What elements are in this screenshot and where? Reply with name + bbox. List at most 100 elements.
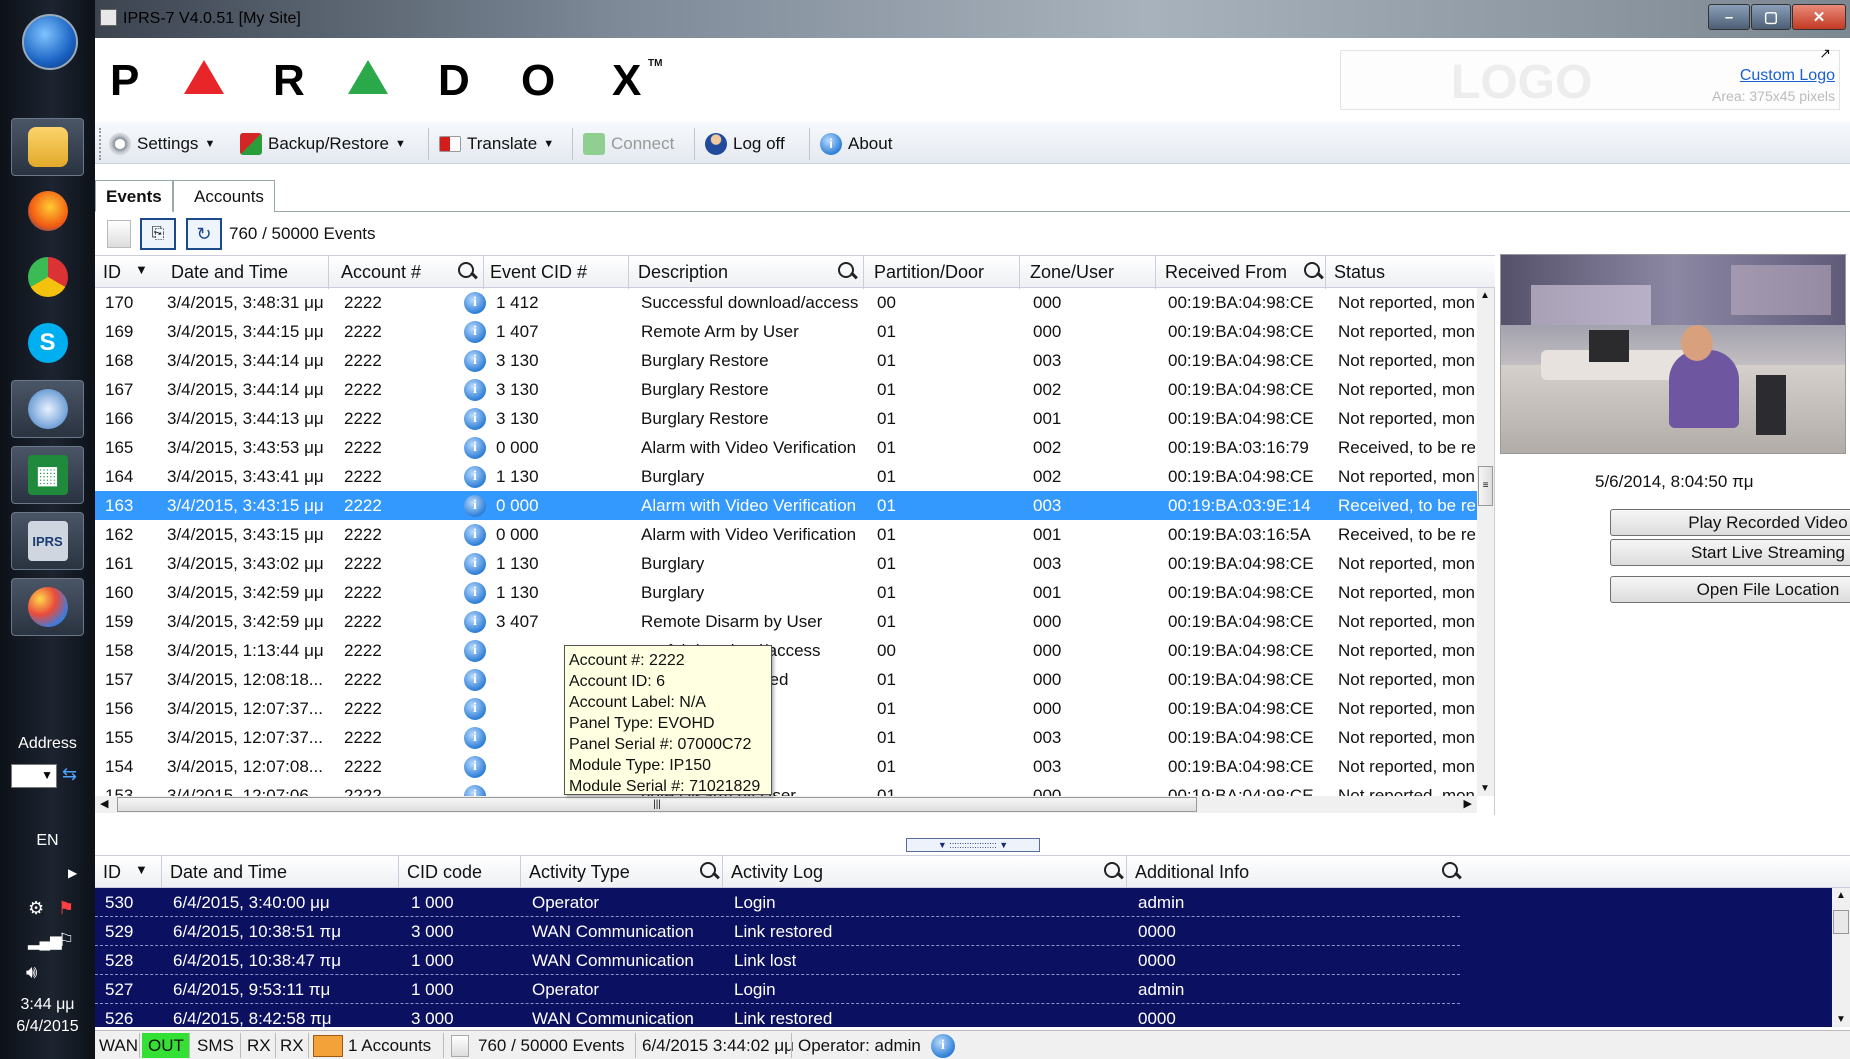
- col-status[interactable]: Status: [1334, 262, 1385, 283]
- action-center-flag-icon[interactable]: ⚐: [58, 930, 74, 951]
- taskbar-sheet-button[interactable]: ▦: [11, 446, 84, 504]
- activity-row[interactable]: 526 6/4/2015, 8:42:58 πμ 3 000 WAN Communic…: [95, 1004, 1460, 1027]
- taskbar-chrome-button[interactable]: [11, 248, 84, 306]
- col-description[interactable]: Description: [638, 262, 728, 283]
- taskbar-skype-button[interactable]: S: [11, 314, 84, 372]
- translate-menu-button[interactable]: Translate ▼: [439, 131, 554, 157]
- scroll-thumb[interactable]: ≡: [1478, 466, 1493, 506]
- clock-time[interactable]: 3:44 μμ: [0, 996, 95, 1014]
- about-button[interactable]: i About: [820, 131, 892, 157]
- activity-row[interactable]: 530 6/4/2015, 3:40:00 μμ 1 000 Operator Logi…: [95, 888, 1460, 917]
- table-row[interactable]: 1533/4/2015, 12:07:06...2222inote Disarm…: [95, 781, 1477, 796]
- maximize-button[interactable]: ▢: [1751, 4, 1791, 30]
- account-info-icon[interactable]: i: [464, 611, 486, 633]
- activity-vertical-scrollbar[interactable]: ▲ ▼: [1832, 888, 1850, 1027]
- clock-date[interactable]: 6/4/2015: [0, 1018, 95, 1036]
- table-row[interactable]: 1583/4/2015, 1:13:44 μμ2222iessful downl…: [95, 636, 1477, 665]
- search-icon[interactable]: [457, 261, 477, 281]
- col-account[interactable]: Account #: [341, 262, 421, 283]
- custom-logo-link[interactable]: Custom Logo: [1740, 67, 1835, 85]
- table-row[interactable]: 161 3/4/2015, 3:43:02 μμ 2222 i 1 130 Burglar…: [95, 549, 1477, 578]
- video-thumbnail[interactable]: [1500, 254, 1846, 454]
- activity-row[interactable]: 527 6/4/2015, 9:53:11 πμ 1 000 Operator Logi…: [95, 975, 1460, 1004]
- go-arrow-icon[interactable]: ⇆: [62, 764, 84, 786]
- minimize-button[interactable]: –: [1708, 4, 1750, 30]
- show-hidden-icons-icon[interactable]: ▶: [68, 866, 77, 880]
- custom-logo-area[interactable]: LOGO ↗ Custom Logo Area: 375x45 pixels: [1340, 45, 1840, 110]
- account-info-icon[interactable]: i: [464, 640, 486, 662]
- account-info-icon[interactable]: i: [464, 756, 486, 778]
- tray-alert-icon[interactable]: ⚑: [58, 898, 74, 919]
- col-partition-door[interactable]: Partition/Door: [874, 262, 984, 283]
- logoff-button[interactable]: Log off: [705, 131, 785, 157]
- account-info-icon[interactable]: i: [464, 669, 486, 691]
- activity-row[interactable]: 529 6/4/2015, 10:38:51 πμ 3 000 WAN Communi…: [95, 917, 1460, 946]
- scroll-left-icon[interactable]: ◀: [100, 797, 108, 810]
- table-row[interactable]: 160 3/4/2015, 3:42:59 μμ 2222 i 1 130 Burglar…: [95, 578, 1477, 607]
- table-row[interactable]: 164 3/4/2015, 3:43:41 μμ 2222 i 1 130 Burglar…: [95, 462, 1477, 491]
- events-vertical-scrollbar[interactable]: ▲ ≡ ▼: [1477, 288, 1494, 796]
- account-info-icon[interactable]: i: [464, 785, 486, 796]
- account-info-icon[interactable]: i: [464, 727, 486, 749]
- scroll-thumb-horizontal[interactable]: |||: [117, 797, 1197, 812]
- events-horizontal-scrollbar[interactable]: ◀ ||| ▶: [95, 796, 1477, 813]
- address-dropdown[interactable]: ▼: [11, 764, 57, 788]
- search-icon[interactable]: [699, 861, 719, 881]
- scroll-down-icon[interactable]: ▼: [1480, 783, 1490, 794]
- expand-arrow-icon[interactable]: ↗: [1819, 45, 1831, 62]
- col-id[interactable]: ID: [103, 262, 121, 283]
- toolbar-grip[interactable]: [99, 128, 102, 160]
- col-activity-log[interactable]: Activity Log: [731, 862, 823, 883]
- scroll-up-icon[interactable]: ▲: [1480, 290, 1490, 301]
- search-icon[interactable]: [837, 261, 857, 281]
- col-received-from[interactable]: Received From: [1165, 262, 1287, 283]
- account-info-icon[interactable]: i: [464, 350, 486, 372]
- scroll-thumb[interactable]: [1833, 910, 1849, 934]
- sort-desc-icon[interactable]: ▼: [135, 862, 148, 877]
- taskbar-paint-button[interactable]: [11, 578, 84, 636]
- col-event-cid[interactable]: Event CID #: [490, 262, 587, 283]
- panel-splitter-handle[interactable]: ▼ ::::::::::::::::::: ▼: [906, 838, 1040, 852]
- tray-sync-icon[interactable]: ⚙: [28, 898, 44, 919]
- taskbar-iprs-button[interactable]: IPRS: [11, 512, 84, 570]
- table-row[interactable]: 1573/4/2015, 12:08:18...2222iarm Time Ex…: [95, 665, 1477, 694]
- start-button-icon[interactable]: [22, 14, 78, 70]
- open-file-location-button[interactable]: Open File Location: [1610, 576, 1850, 603]
- backup-restore-menu-button[interactable]: Backup/Restore ▼: [240, 131, 406, 157]
- table-row[interactable]: 1563/4/2015, 12:07:37...2222iote Arm by …: [95, 694, 1477, 723]
- table-row[interactable]: 162 3/4/2015, 3:43:15 μμ 2222 i 0 000 Alarm w…: [95, 520, 1477, 549]
- col-zone-user[interactable]: Zone/User: [1030, 262, 1114, 283]
- account-info-icon[interactable]: i: [464, 582, 486, 604]
- scroll-right-icon[interactable]: ▶: [1464, 797, 1472, 810]
- search-icon[interactable]: [1103, 861, 1123, 881]
- table-row[interactable]: 169 3/4/2015, 3:44:15 μμ 2222 i 1 407 Remote …: [95, 317, 1477, 346]
- settings-menu-button[interactable]: Settings ▼: [109, 131, 215, 157]
- table-row[interactable]: 166 3/4/2015, 3:44:13 μμ 2222 i 3 130 Burglar…: [95, 404, 1477, 433]
- connect-button[interactable]: Connect: [583, 131, 674, 157]
- account-info-icon[interactable]: i: [464, 379, 486, 401]
- export-icon[interactable]: ⎘: [140, 218, 176, 250]
- table-row[interactable]: 165 3/4/2015, 3:43:53 μμ 2222 i 0 000 Alarm w…: [95, 433, 1477, 462]
- volume-icon[interactable]: 🔊︎: [26, 962, 37, 983]
- taskbar-mail-button[interactable]: [11, 380, 84, 438]
- tab-events[interactable]: Events: [95, 180, 173, 212]
- title-bar[interactable]: IPRS-7 V4.0.51 [My Site] – ▢ ✕: [95, 0, 1850, 38]
- taskbar-firefox-button[interactable]: [11, 182, 84, 240]
- scroll-up-icon[interactable]: ▲: [1836, 890, 1846, 901]
- account-info-icon[interactable]: i: [464, 466, 486, 488]
- account-info-icon[interactable]: i: [464, 408, 486, 430]
- table-row[interactable]: 159 3/4/2015, 3:42:59 μμ 2222 i 3 407 Remote …: [95, 607, 1477, 636]
- col-additional-info[interactable]: Additional Info: [1135, 862, 1249, 883]
- search-icon[interactable]: [1441, 861, 1461, 881]
- col-activity-id[interactable]: ID: [103, 862, 121, 883]
- account-info-icon[interactable]: i: [464, 553, 486, 575]
- table-row[interactable]: 1553/4/2015, 12:07:37...2222ilary Restor…: [95, 723, 1477, 752]
- close-button[interactable]: ✕: [1792, 4, 1846, 30]
- table-row[interactable]: 1543/4/2015, 12:07:08...2222ilary0100300…: [95, 752, 1477, 781]
- document-icon[interactable]: [107, 220, 131, 248]
- network-signal-icon[interactable]: ▂▄▆: [28, 932, 62, 950]
- start-live-streaming-button[interactable]: Start Live Streaming: [1610, 539, 1850, 566]
- col-activity-type[interactable]: Activity Type: [529, 862, 630, 883]
- info-icon[interactable]: i: [931, 1034, 955, 1058]
- scroll-down-icon[interactable]: ▼: [1836, 1014, 1846, 1025]
